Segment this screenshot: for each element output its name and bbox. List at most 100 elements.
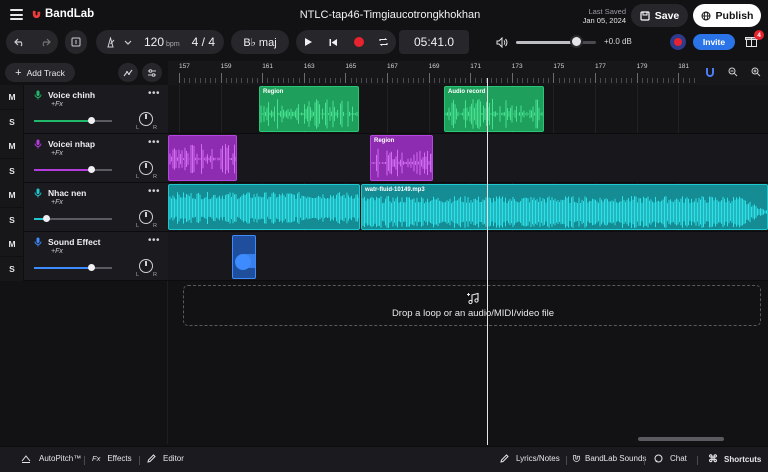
play-button[interactable]	[296, 37, 321, 47]
master-volume-fill	[516, 41, 576, 44]
audio-region[interactable]: Region	[259, 86, 359, 132]
zoom-out-icon[interactable]	[728, 67, 738, 80]
lane-voicei-nhap[interactable]	[168, 134, 768, 183]
ruler-bar-label: 173	[511, 63, 523, 70]
save-button[interactable]: Save	[631, 4, 688, 27]
snap-magnet-icon[interactable]	[705, 67, 715, 80]
project-title[interactable]: NTLC-tap46-Timgiaucotrongkhokhan	[250, 9, 530, 21]
mute-button[interactable]: M	[0, 134, 24, 159]
editor-label: Editor	[163, 454, 184, 463]
master-volume-slider[interactable]	[516, 41, 596, 44]
add-track-button[interactable]: + Add Track	[5, 63, 75, 82]
track-name[interactable]: Sound Effect	[48, 237, 100, 247]
publish-button[interactable]: Publish	[693, 4, 761, 27]
automation-button[interactable]	[118, 63, 138, 82]
bandlab-sounds-button[interactable]: BandLab Sounds	[572, 454, 646, 463]
editor-button[interactable]: Editor	[147, 454, 184, 463]
more-options-icon[interactable]: •••	[148, 186, 160, 197]
add-fx-button[interactable]: +Fx	[51, 150, 63, 157]
track-lanes[interactable]: Region Audio record Region watr-fluid-10…	[168, 85, 768, 281]
ruler-minor-tick	[366, 78, 368, 83]
track-header[interactable]: M S Voice chinh +Fx ••• L R	[0, 85, 168, 134]
track-volume-slider[interactable]	[34, 117, 112, 124]
metronome-button[interactable]	[98, 36, 122, 48]
master-volume-knob[interactable]	[569, 35, 583, 48]
solo-button[interactable]: S	[0, 159, 24, 184]
invite-button[interactable]: Invite	[693, 34, 735, 50]
audio-region[interactable]: Region	[370, 135, 433, 181]
shortcuts-button[interactable]: ⌘ Shortcuts	[708, 454, 761, 465]
track-volume-slider[interactable]	[34, 215, 112, 222]
pan-knob[interactable]	[139, 161, 153, 175]
last-saved-label: Last Saved	[588, 7, 626, 16]
pan-right-label: R	[153, 174, 157, 180]
record-input-button[interactable]	[670, 34, 686, 50]
effects-button[interactable]: Fx Effects	[92, 454, 132, 463]
mixer-toggle-button[interactable]	[65, 30, 87, 54]
track-name[interactable]: Voicei nhap	[48, 139, 95, 149]
chevron-down-icon[interactable]	[122, 40, 134, 45]
track-header[interactable]: M S Sound Effect +Fx ••• L R	[0, 232, 168, 281]
time-display[interactable]: 05:41.0	[399, 30, 469, 54]
track-header[interactable]: M S Voicei nhap +Fx ••• L R	[0, 134, 168, 183]
brand-logo[interactable]: BandLab	[31, 8, 94, 20]
music-region-start[interactable]	[168, 184, 360, 230]
mute-button[interactable]: M	[0, 183, 24, 208]
lyrics-button[interactable]: Lyrics/Notes	[500, 454, 560, 463]
chat-button[interactable]: Chat	[654, 454, 687, 463]
track-volume-knob[interactable]	[42, 215, 50, 222]
more-options-icon[interactable]: •••	[148, 235, 160, 246]
zoom-in-icon[interactable]	[751, 67, 761, 80]
pan-knob[interactable]	[139, 112, 153, 126]
track-volume-knob[interactable]	[88, 117, 96, 124]
more-options-icon[interactable]: •••	[148, 88, 160, 99]
solo-button[interactable]: S	[0, 110, 24, 135]
audio-region[interactable]	[168, 135, 237, 181]
track-name[interactable]: Nhac nen	[48, 188, 86, 198]
more-options-icon[interactable]: •••	[148, 137, 160, 148]
tempo-field[interactable]: 120 bpm	[144, 35, 180, 49]
music-region[interactable]: watr-fluid-10149.mp3	[361, 184, 768, 230]
horizontal-scrollbar[interactable]	[638, 437, 724, 441]
solo-button[interactable]: S	[0, 208, 24, 233]
rewind-button[interactable]	[321, 38, 346, 47]
sound-effect-region[interactable]	[232, 235, 256, 279]
audio-region[interactable]: Audio record	[444, 86, 544, 132]
menu-icon[interactable]	[10, 9, 23, 20]
track-name[interactable]: Voice chinh	[48, 90, 95, 100]
solo-button[interactable]: S	[0, 257, 24, 282]
track-volume-slider[interactable]	[34, 264, 112, 271]
redo-button[interactable]	[32, 38, 58, 47]
pan-knob[interactable]	[139, 210, 153, 224]
lane-sound-effect[interactable]	[168, 232, 768, 281]
ruler-minor-tick	[444, 78, 446, 83]
tempo-value: 120	[144, 35, 165, 49]
add-fx-button[interactable]: +Fx	[51, 199, 63, 206]
time-signature[interactable]: 4 / 4	[192, 35, 215, 49]
track-volume-knob[interactable]	[88, 166, 96, 173]
track-settings-button[interactable]	[142, 63, 162, 82]
record-button[interactable]	[346, 37, 371, 47]
ruler-bar-label: 163	[303, 63, 315, 70]
shortcuts-icon: ⌘	[708, 454, 718, 465]
add-fx-button[interactable]: +Fx	[51, 248, 63, 255]
ruler-minor-tick	[449, 78, 451, 83]
autopitch-button[interactable]: AutoPitch™	[21, 454, 81, 463]
timeline-ruler[interactable]: 157 159 161 163 165 167 169 171 173 175 177 179 181	[168, 61, 768, 85]
playhead[interactable]	[487, 78, 488, 445]
mute-button[interactable]: M	[0, 85, 24, 110]
undo-button[interactable]	[6, 38, 32, 47]
track-volume-knob[interactable]	[88, 264, 96, 271]
add-fx-button[interactable]: +Fx	[51, 101, 63, 108]
loop-button[interactable]	[371, 37, 396, 47]
record-dot-icon	[674, 38, 682, 46]
mute-solo-column: MS	[0, 183, 24, 232]
track-header[interactable]: M S Nhac nen +Fx ••• L R	[0, 183, 168, 232]
mute-button[interactable]: M	[0, 232, 24, 257]
pan-knob[interactable]	[139, 259, 153, 273]
speaker-icon[interactable]	[495, 35, 509, 49]
key-label: B♭ maj	[243, 36, 277, 49]
track-volume-slider[interactable]	[34, 166, 112, 173]
drop-zone[interactable]: Drop a loop or an audio/MIDI/video file	[183, 285, 761, 326]
key-selector[interactable]: B♭ maj	[231, 30, 289, 54]
